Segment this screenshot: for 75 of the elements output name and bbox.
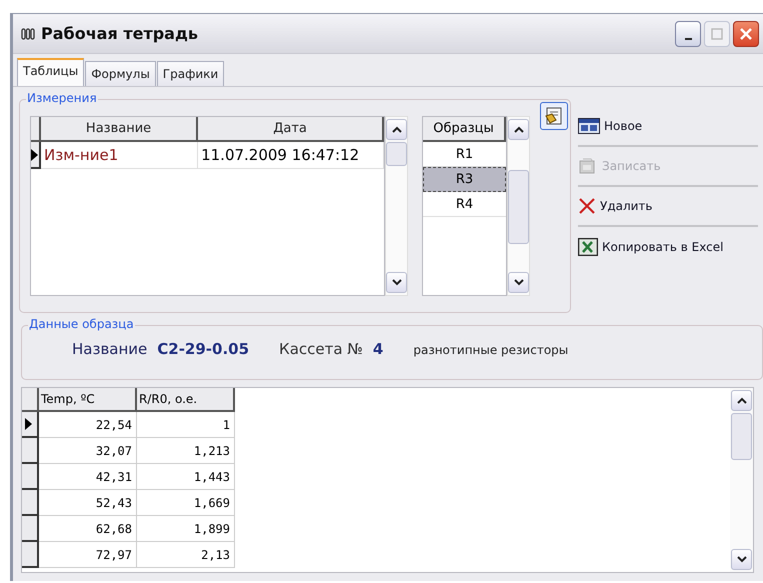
maximize-icon: [711, 28, 723, 40]
row-pointer-icon: [25, 418, 32, 430]
field-label: Кассета №: [279, 340, 363, 358]
scroll-thumb[interactable]: [731, 413, 752, 460]
row-header[interactable]: [22, 438, 39, 464]
tab[interactable]: Таблицы: [17, 58, 84, 86]
cassette-number: 4: [372, 340, 384, 358]
close-icon: [739, 26, 753, 40]
row-header[interactable]: [22, 542, 39, 568]
caret-down-icon: [736, 556, 746, 563]
app-icon: [21, 28, 35, 40]
table-cell: 1,899: [137, 516, 235, 542]
column-header[interactable]: Образцы: [423, 117, 506, 142]
window-icon: [578, 118, 600, 134]
tab[interactable]: Графики: [156, 61, 224, 86]
group-label: Данные образца: [28, 317, 135, 331]
caret-up-icon: [392, 126, 402, 133]
scroll-up-button[interactable]: [386, 119, 407, 140]
action-button[interactable]: Новое: [578, 107, 758, 147]
table-cell: 52,43: [39, 490, 137, 516]
scroll-down-button[interactable]: [731, 549, 752, 570]
column-header[interactable]: Дата: [198, 117, 384, 142]
list-item[interactable]: R4: [423, 192, 506, 217]
scrollbar[interactable]: [385, 116, 408, 296]
action-button[interactable]: Удалить: [578, 187, 758, 227]
column-header[interactable]: R/R0, o.e.: [137, 388, 235, 412]
row-header[interactable]: [31, 142, 41, 169]
scrollbar[interactable]: [730, 388, 753, 572]
column-header[interactable]: Temp, ºC: [39, 388, 137, 412]
caret-up-icon: [514, 126, 524, 133]
minimize-icon: [684, 38, 692, 40]
close-button[interactable]: [733, 20, 759, 46]
document-icon: [544, 106, 564, 126]
table-cell: 2,13: [137, 542, 235, 568]
tab[interactable]: Формулы: [85, 61, 156, 86]
spreadsheet-icon: [578, 238, 598, 256]
row-pointer-icon: [31, 148, 38, 160]
table-cell: 42,31: [39, 464, 137, 490]
window-title: Рабочая тетрадь: [41, 24, 198, 43]
scroll-up-button[interactable]: [508, 119, 529, 140]
scrollbar[interactable]: [507, 116, 530, 296]
caret-up-icon: [736, 397, 746, 404]
row-header[interactable]: [22, 412, 39, 438]
minimize-button[interactable]: [675, 20, 701, 46]
sample-description: разнотипные резисторы: [413, 343, 568, 357]
action-button[interactable]: Копировать в Excel: [578, 227, 758, 267]
caret-down-icon: [514, 279, 524, 286]
scroll-down-button[interactable]: [386, 272, 407, 293]
table-cell: 22,54: [39, 412, 137, 438]
header-corner: [31, 117, 41, 142]
tool-button[interactable]: [540, 102, 568, 130]
group-label: Измерения: [26, 91, 98, 105]
table-cell: 1,213: [137, 438, 235, 464]
table-cell: 1: [137, 412, 235, 438]
scroll-thumb[interactable]: [508, 170, 529, 244]
table-cell: Изм-ние1: [41, 142, 198, 169]
delete-icon: [578, 197, 596, 215]
table-cell: 32,07: [39, 438, 137, 464]
scroll-thumb[interactable]: [386, 142, 407, 166]
row-header[interactable]: [22, 490, 39, 516]
table-cell: 1,669: [137, 490, 235, 516]
row-header[interactable]: [22, 464, 39, 490]
sample-name: С2-29-0.05: [157, 340, 250, 358]
column-header[interactable]: Название: [41, 117, 198, 142]
table-cell: 72,97: [39, 542, 137, 568]
table-cell: 11.07.2009 16:47:12: [198, 142, 384, 169]
caret-down-icon: [392, 279, 402, 286]
list-item[interactable]: R3: [423, 167, 506, 192]
field-label: Название: [72, 340, 148, 358]
table-cell: 62,68: [39, 516, 137, 542]
scroll-down-button[interactable]: [508, 272, 529, 293]
row-header[interactable]: [22, 516, 39, 542]
table-cell: 1,443: [137, 464, 235, 490]
scroll-up-button[interactable]: [731, 390, 752, 411]
header-corner: [22, 388, 39, 412]
